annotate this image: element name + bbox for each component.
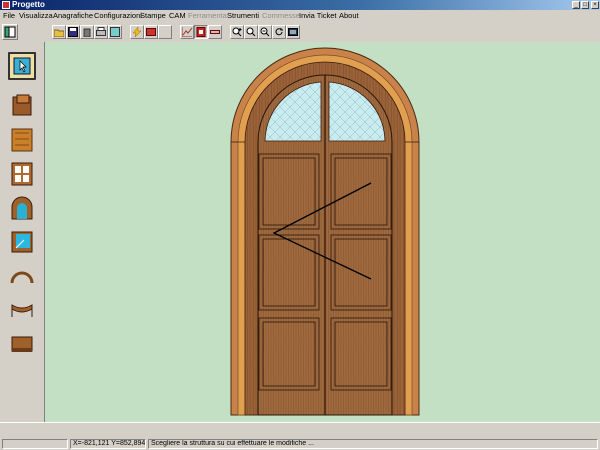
zoom-area-icon <box>246 27 256 37</box>
title-bar: Progetto _ □ × <box>0 0 600 10</box>
save-icon <box>68 27 78 37</box>
rotate-icon <box>275 28 283 36</box>
preview-button[interactable] <box>108 25 122 39</box>
profile-block-icon <box>12 94 32 116</box>
profile-block-tool[interactable] <box>8 92 36 120</box>
menu-stampe[interactable]: Stampe <box>140 11 166 21</box>
print-button[interactable] <box>94 25 108 39</box>
screen-button[interactable] <box>286 25 300 39</box>
menu-about[interactable]: About <box>339 11 359 21</box>
menu-anagrafiche[interactable]: Anagrafiche <box>53 11 93 21</box>
open-button[interactable] <box>52 25 66 39</box>
maximize-button[interactable]: □ <box>581 1 589 9</box>
arch-curve-icon <box>10 271 34 284</box>
select-element-button[interactable] <box>194 25 208 39</box>
toolbar <box>0 22 600 62</box>
menu-file[interactable]: File <box>3 11 15 21</box>
app-icon <box>2 1 10 9</box>
ruler-button[interactable] <box>208 25 222 39</box>
preview-icon <box>110 27 120 37</box>
menu-ferramenta[interactable]: Ferramenta <box>188 11 227 21</box>
glass-corner-tool[interactable] <box>8 228 36 256</box>
open-folder-icon <box>54 29 64 37</box>
bottom-arch-tool[interactable] <box>8 296 36 324</box>
delete-icon <box>83 28 91 37</box>
wood-panel-tool[interactable] <box>8 126 36 154</box>
arched-frame-icon <box>11 196 33 220</box>
close-button[interactable]: × <box>591 1 599 9</box>
zoom-area-button[interactable] <box>244 25 258 39</box>
status-bar: X=-821,121 Y=852,894 Scegliere la strutt… <box>0 438 600 450</box>
blank-button[interactable] <box>158 25 172 39</box>
wood-panel-icon <box>11 128 33 152</box>
status-message: Scegliere la struttura su cui effettuare… <box>148 439 598 449</box>
chart-button[interactable] <box>180 25 194 39</box>
chart-icon <box>182 27 192 37</box>
menu-strumenti[interactable]: Strumenti <box>227 11 259 21</box>
menu-configurazioni[interactable]: Configurazioni <box>94 11 142 21</box>
menu-bar: File Visualizza Anagrafiche Configurazio… <box>0 10 600 22</box>
arched-frame-tool[interactable] <box>8 194 36 222</box>
delete-button[interactable] <box>80 25 94 39</box>
threshold-icon <box>11 336 33 352</box>
status-empty-cell <box>2 439 68 449</box>
calculate-button[interactable] <box>144 25 158 39</box>
threshold-tool[interactable] <box>8 330 36 358</box>
glass-corner-icon <box>11 231 33 253</box>
calculate-icon <box>146 28 156 36</box>
drawing-canvas[interactable] <box>45 42 600 422</box>
zoom-out-icon <box>260 27 270 37</box>
lightning-button[interactable] <box>130 25 144 39</box>
lightning-icon <box>132 27 142 37</box>
frame-window-tool[interactable] <box>8 160 36 188</box>
menu-commesse[interactable]: Commesse <box>262 11 300 21</box>
select-pointer-tool[interactable] <box>8 52 36 80</box>
bottom-panel <box>0 422 600 439</box>
door-drawing <box>230 47 420 416</box>
frame-window-icon <box>11 162 33 186</box>
select-pointer-icon <box>13 57 31 75</box>
menu-cam[interactable]: CAM <box>169 11 186 21</box>
menu-invia-ticket[interactable]: Invia Ticket <box>299 11 337 21</box>
select-element-icon <box>196 27 206 37</box>
minimize-button[interactable]: _ <box>572 1 580 9</box>
ruler-icon <box>210 30 220 34</box>
zoom-in-plus-button[interactable] <box>230 25 244 39</box>
rotate-button[interactable] <box>272 25 286 39</box>
arch-curve-tool[interactable] <box>8 262 36 290</box>
save-button[interactable] <box>66 25 80 39</box>
window-title: Progetto <box>12 0 45 9</box>
zoom-out-button[interactable] <box>258 25 272 39</box>
tool-palette <box>0 42 45 422</box>
layout-icon <box>4 26 16 38</box>
print-icon <box>96 27 106 36</box>
zoom-in-plus-icon <box>232 27 242 37</box>
status-coordinates: X=-821,121 Y=852,894 <box>70 439 146 449</box>
layout-toggle-button[interactable] <box>2 24 18 40</box>
blank-icon <box>160 27 170 37</box>
screen-icon <box>288 28 298 36</box>
menu-visualizza[interactable]: Visualizza <box>19 11 53 21</box>
bottom-arch-icon <box>11 304 33 317</box>
